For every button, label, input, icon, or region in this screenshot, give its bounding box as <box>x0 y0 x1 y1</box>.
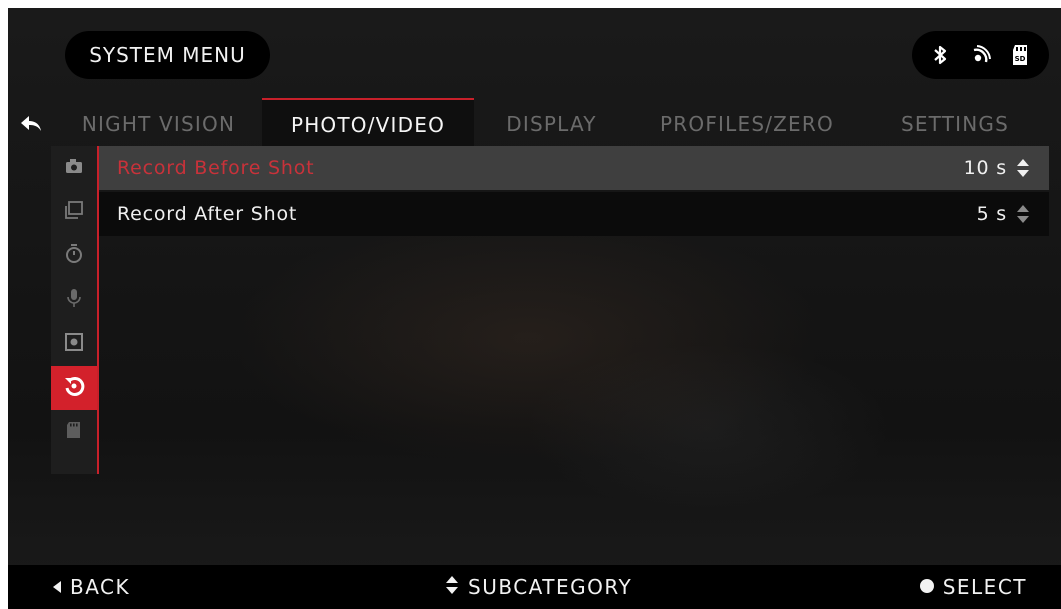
setting-label: Record Before Shot <box>117 157 315 179</box>
sidebar-item-video[interactable] <box>51 190 97 234</box>
sidebar-item-audio[interactable] <box>51 278 97 322</box>
setting-value: 10 s <box>963 157 1007 179</box>
timer-icon <box>65 244 83 268</box>
back-hint[interactable]: BACK <box>52 565 130 609</box>
camera-icon <box>65 158 83 178</box>
tab-bar: NIGHT VISION PHOTO/VIDEO DISPLAY PROFILE… <box>55 98 1055 146</box>
recoil-activated-icon <box>63 375 85 401</box>
page-title: SYSTEM MENU <box>65 31 270 79</box>
tab-settings[interactable]: SETTINGS <box>865 98 1045 146</box>
setting-label: Record After Shot <box>117 203 298 225</box>
sidebar-item-settings[interactable] <box>51 322 97 366</box>
sidebar-item-storage[interactable] <box>51 410 97 454</box>
subcategory-hint[interactable]: SUBCATEGORY <box>444 565 632 609</box>
tab-display[interactable]: DISPLAY <box>474 98 629 146</box>
microphone-icon <box>67 288 81 312</box>
status-indicators: SD <box>912 31 1049 79</box>
up-down-icon <box>444 575 460 600</box>
tab-profiles-zero[interactable]: PROFILES/ZERO <box>629 98 865 146</box>
tab-night-vision[interactable]: NIGHT VISION <box>55 98 262 146</box>
back-arrow-icon[interactable] <box>16 112 46 136</box>
tab-photo-video[interactable]: PHOTO/VIDEO <box>262 98 474 146</box>
settings-box-icon <box>65 333 83 355</box>
svg-text:SD: SD <box>1015 55 1026 63</box>
bluetooth-icon <box>927 42 953 68</box>
system-menu-screen: SYSTEM MENU SD NIGHT VISION PHOTO/VIDEO … <box>8 8 1061 609</box>
up-down-spinner-icon[interactable] <box>1015 158 1031 178</box>
sidebar-item-photo[interactable] <box>51 146 97 190</box>
sidebar-item-recoil[interactable] <box>51 366 97 410</box>
back-label: BACK <box>70 575 131 599</box>
sidebar-item-timer[interactable] <box>51 234 97 278</box>
setting-value-control[interactable]: 5 s <box>977 203 1031 225</box>
bottom-hint-bar: BACK SUBCATEGORY SELECT <box>8 565 1061 609</box>
setting-value-control[interactable]: 10 s <box>964 157 1031 179</box>
page-title-text: SYSTEM MENU <box>89 43 246 67</box>
subcategory-label: SUBCATEGORY <box>468 575 633 599</box>
left-triangle-icon <box>52 575 62 599</box>
dot-icon <box>919 575 935 599</box>
setting-row-record-before-shot[interactable]: Record Before Shot 10 s <box>99 146 1049 190</box>
video-icon <box>65 201 83 223</box>
up-down-spinner-icon[interactable] <box>1015 204 1031 224</box>
setting-row-record-after-shot[interactable]: Record After Shot 5 s <box>99 192 1049 236</box>
wifi-icon <box>968 42 994 68</box>
sd-card-icon: SD <box>1008 42 1034 68</box>
select-label: SELECT <box>942 575 1027 599</box>
subcategory-sidebar <box>51 146 99 474</box>
setting-value: 5 s <box>976 203 1007 225</box>
sd-card-icon <box>66 421 82 443</box>
select-hint[interactable]: SELECT <box>919 565 1027 609</box>
